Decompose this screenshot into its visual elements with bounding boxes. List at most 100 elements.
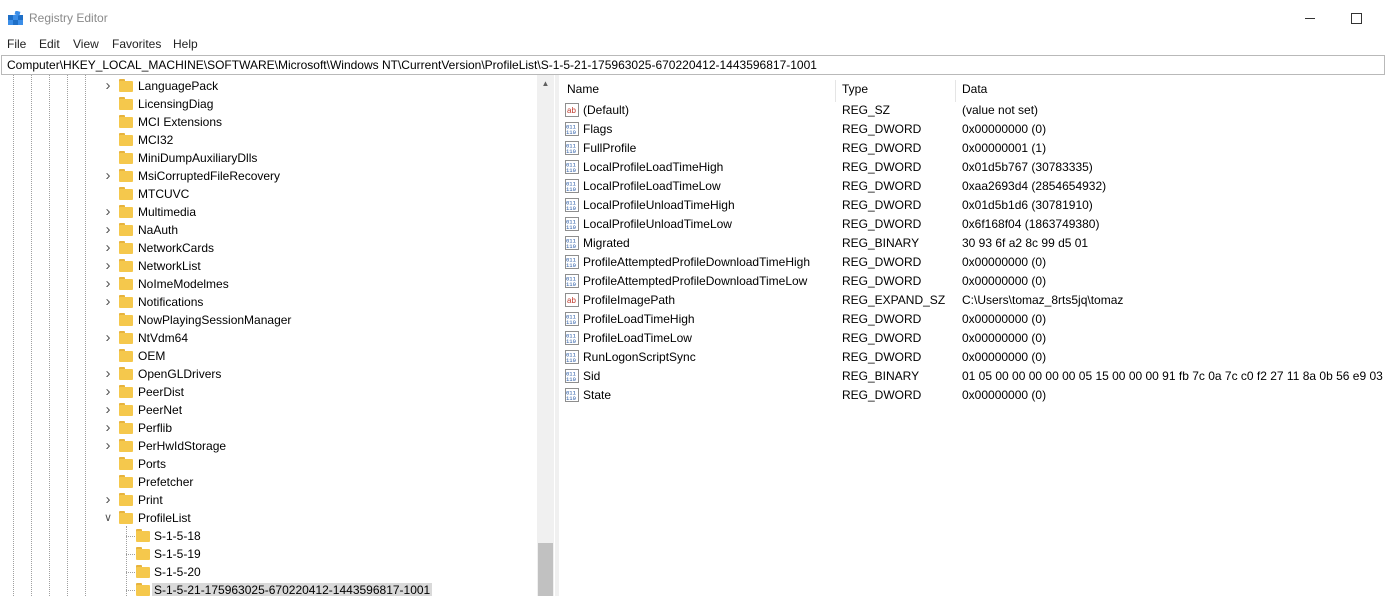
binary-value-icon: 011110 bbox=[565, 388, 579, 402]
minimize-button[interactable] bbox=[1287, 0, 1333, 36]
folder-icon bbox=[119, 367, 133, 380]
chevron-right-icon[interactable]: › bbox=[102, 492, 114, 508]
value-row[interactable]: 011 110 Sid REG_BINARY 01 05 00 00 00 00 00 … bbox=[559, 367, 1386, 386]
value-row[interactable]: 011 110 FullProfile REG_DWORD 0x00000001 (1) bbox=[559, 139, 1386, 158]
tree-item[interactable]: › Notifications bbox=[0, 293, 540, 311]
chevron-right-icon[interactable]: › bbox=[102, 384, 114, 400]
tree-item[interactable]: MiniDumpAuxiliaryDlls bbox=[0, 149, 540, 167]
tree-item[interactable]: Prefetcher bbox=[0, 473, 540, 491]
chevron-right-icon[interactable]: › bbox=[102, 366, 114, 382]
tree-item[interactable]: › LanguagePack bbox=[0, 77, 540, 95]
column-divider[interactable] bbox=[955, 80, 956, 102]
binary-value-icon: 011110 bbox=[565, 236, 579, 250]
value-data: 0x00000000 (0) bbox=[962, 255, 1047, 269]
value-type: REG_EXPAND_SZ bbox=[842, 293, 946, 307]
menu-file[interactable]: File bbox=[7, 37, 26, 51]
value-row[interactable]: 011 110 ProfileLoadTimeLow REG_DWORD 0x00000… bbox=[559, 329, 1386, 348]
tree-item-label: LanguagePack bbox=[138, 79, 219, 93]
values-list[interactable]: Name Type Data ab (Default) REG_SZ (value n… bbox=[559, 75, 1386, 596]
tree-item[interactable]: › PerHwIdStorage bbox=[0, 437, 540, 455]
menu-favorites[interactable]: Favorites bbox=[112, 37, 161, 51]
tree-item[interactable]: › NetworkCards bbox=[0, 239, 540, 257]
tree-item[interactable]: › NtVdm64 bbox=[0, 329, 540, 347]
chevron-right-icon[interactable]: › bbox=[102, 276, 114, 292]
folder-icon bbox=[136, 583, 150, 596]
value-row[interactable]: 011 110 LocalProfileUnloadTimeLow REG_DWORD… bbox=[559, 215, 1386, 234]
tree-item[interactable]: S-1-5-20 bbox=[0, 563, 540, 581]
tree-item[interactable]: › Multimedia bbox=[0, 203, 540, 221]
tree-item[interactable]: › NetworkList bbox=[0, 257, 540, 275]
column-header-name[interactable]: Name bbox=[567, 80, 599, 100]
tree-scrollbar[interactable]: ▲ bbox=[537, 75, 554, 596]
value-row[interactable]: ab (Default) REG_SZ (value not set) bbox=[559, 101, 1386, 120]
tree-item[interactable]: › MsiCorruptedFileRecovery bbox=[0, 167, 540, 185]
chevron-right-icon[interactable]: › bbox=[102, 240, 114, 256]
tree-item-label: MsiCorruptedFileRecovery bbox=[138, 169, 281, 183]
menu-view[interactable]: View bbox=[73, 37, 99, 51]
folder-icon bbox=[136, 565, 150, 578]
tree-item[interactable]: NowPlayingSessionManager bbox=[0, 311, 540, 329]
tree-item[interactable]: › PeerDist bbox=[0, 383, 540, 401]
value-data: (value not set) bbox=[962, 103, 1039, 117]
tree-item[interactable]: › Print bbox=[0, 491, 540, 509]
tree-item[interactable]: MCI Extensions bbox=[0, 113, 540, 131]
value-row[interactable]: 011 110 Migrated REG_BINARY 30 93 6f a2 8c 9… bbox=[559, 234, 1386, 253]
tree-item[interactable]: › Perflib bbox=[0, 419, 540, 437]
tree-item-label: OpenGLDrivers bbox=[138, 367, 222, 381]
value-type: REG_DWORD bbox=[842, 274, 922, 288]
chevron-right-icon[interactable]: › bbox=[102, 420, 114, 436]
chevron-right-icon[interactable]: › bbox=[102, 222, 114, 238]
value-row[interactable]: 011 110 ProfileLoadTimeHigh REG_DWORD 0x0000… bbox=[559, 310, 1386, 329]
chevron-right-icon[interactable]: › bbox=[102, 168, 114, 184]
tree-item[interactable]: MCI32 bbox=[0, 131, 540, 149]
tree-item[interactable]: S-1-5-19 bbox=[0, 545, 540, 563]
tree-item[interactable]: OEM bbox=[0, 347, 540, 365]
value-row[interactable]: 011 110 State REG_DWORD 0x00000000 (0) bbox=[559, 386, 1386, 405]
tree-item[interactable]: S-1-5-18 bbox=[0, 527, 540, 545]
chevron-right-icon[interactable]: › bbox=[102, 258, 114, 274]
value-row[interactable]: 011 110 Flags REG_DWORD 0x00000000 (0) bbox=[559, 120, 1386, 139]
tree-item[interactable]: › NaAuth bbox=[0, 221, 540, 239]
maximize-button[interactable] bbox=[1333, 0, 1379, 36]
tree-item-label: Notifications bbox=[138, 295, 204, 309]
tree-item[interactable]: ∨ ProfileList bbox=[0, 509, 540, 527]
chevron-right-icon[interactable]: › bbox=[102, 294, 114, 310]
tree-item[interactable]: › PeerNet bbox=[0, 401, 540, 419]
scrollbar-thumb[interactable] bbox=[538, 543, 553, 596]
value-data: 0x00000001 (1) bbox=[962, 141, 1047, 155]
chevron-right-icon[interactable]: › bbox=[102, 438, 114, 454]
value-row[interactable]: 011 110 ProfileAttemptedProfileDownloadTim… bbox=[559, 272, 1386, 291]
tree-item[interactable]: S-1-5-21-175963025-670220412-1443596817-… bbox=[0, 581, 540, 596]
folder-icon bbox=[119, 313, 133, 326]
tree-item[interactable]: MTCUVC bbox=[0, 185, 540, 203]
tree-item[interactable]: › OpenGLDrivers bbox=[0, 365, 540, 383]
column-divider[interactable] bbox=[835, 80, 836, 102]
column-header-data[interactable]: Data bbox=[962, 80, 987, 100]
chevron-down-icon[interactable]: ∨ bbox=[102, 510, 114, 526]
chevron-right-icon[interactable]: › bbox=[102, 78, 114, 94]
tree-item[interactable]: › NoImeModelmes bbox=[0, 275, 540, 293]
key-tree[interactable]: › LanguagePack LicensingDiag MCI Extensions… bbox=[0, 75, 556, 596]
menu-edit[interactable]: Edit bbox=[39, 37, 60, 51]
chevron-right-icon[interactable]: › bbox=[102, 330, 114, 346]
column-header-type[interactable]: Type bbox=[842, 80, 868, 100]
menu-help[interactable]: Help bbox=[173, 37, 198, 51]
svg-text:110: 110 bbox=[566, 167, 576, 174]
address-bar[interactable]: Computer\HKEY_LOCAL_MACHINE\SOFTWARE\Mic… bbox=[1, 55, 1385, 75]
scroll-up-icon[interactable]: ▲ bbox=[537, 75, 554, 92]
value-row[interactable]: 011 110 LocalProfileUnloadTimeHigh REG_DWOR… bbox=[559, 196, 1386, 215]
chevron-right-icon[interactable]: › bbox=[102, 204, 114, 220]
value-type: REG_SZ bbox=[842, 103, 891, 117]
chevron-right-icon[interactable]: › bbox=[102, 402, 114, 418]
value-name: Sid bbox=[583, 369, 601, 383]
value-row[interactable]: 011 110 LocalProfileLoadTimeHigh REG_DWORD 0… bbox=[559, 158, 1386, 177]
value-data: 0x00000000 (0) bbox=[962, 350, 1047, 364]
value-data: 0x00000000 (0) bbox=[962, 312, 1047, 326]
tree-item[interactable]: Ports bbox=[0, 455, 540, 473]
tree-item[interactable]: LicensingDiag bbox=[0, 95, 540, 113]
value-row[interactable]: 011 110 ProfileAttemptedProfileDownloadTim… bbox=[559, 253, 1386, 272]
value-row[interactable]: 011 110 RunLogonScriptSync REG_DWORD 0x00000… bbox=[559, 348, 1386, 367]
tree-item-label: NaAuth bbox=[138, 223, 179, 237]
value-row[interactable]: ab ProfileImagePath REG_EXPAND_SZ C:\Users\… bbox=[559, 291, 1386, 310]
value-row[interactable]: 011 110 LocalProfileLoadTimeLow REG_DWORD 0x… bbox=[559, 177, 1386, 196]
